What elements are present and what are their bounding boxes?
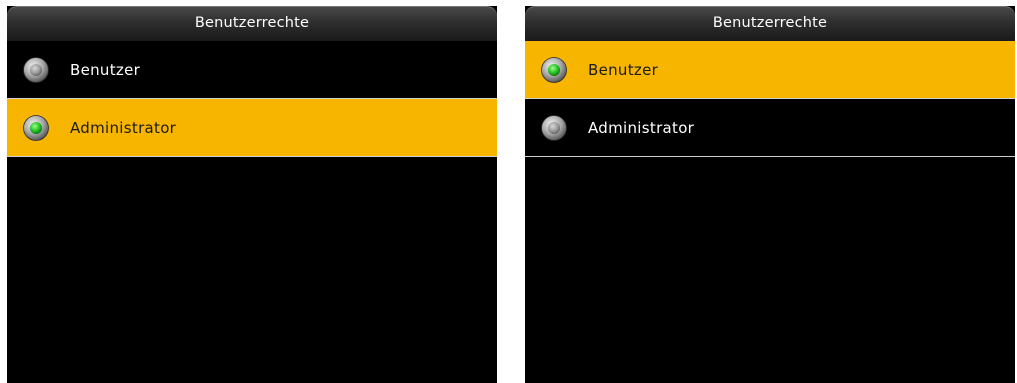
title-bar: Benutzerrechte [525,6,1015,41]
options-list: Benutzer Administrator [7,41,497,157]
options-list: Benutzer Administrator [525,41,1015,157]
radio-unchecked-icon [23,56,49,83]
option-administrator[interactable]: Administrator [7,99,497,157]
option-label: Benutzer [70,60,141,79]
radio-checked-icon [541,56,567,83]
option-label: Administrator [70,118,177,137]
option-administrator[interactable]: Administrator [525,99,1015,157]
device-screen-left: Benutzerrechte Benutzer Administrator [7,6,497,383]
option-benutzer[interactable]: Benutzer [7,41,497,99]
screen-title: Benutzerrechte [194,15,310,31]
radio-checked-icon [23,114,49,141]
canvas: Benutzerrechte Benutzer Administrator Be… [0,0,1017,383]
radio-unchecked-icon [541,114,567,141]
device-screen-right: Benutzerrechte Benutzer Administrator [525,6,1015,383]
option-benutzer[interactable]: Benutzer [525,41,1015,99]
option-label: Administrator [588,118,695,137]
option-label: Benutzer [588,60,659,79]
title-bar: Benutzerrechte [7,6,497,41]
screen-title: Benutzerrechte [712,15,828,31]
